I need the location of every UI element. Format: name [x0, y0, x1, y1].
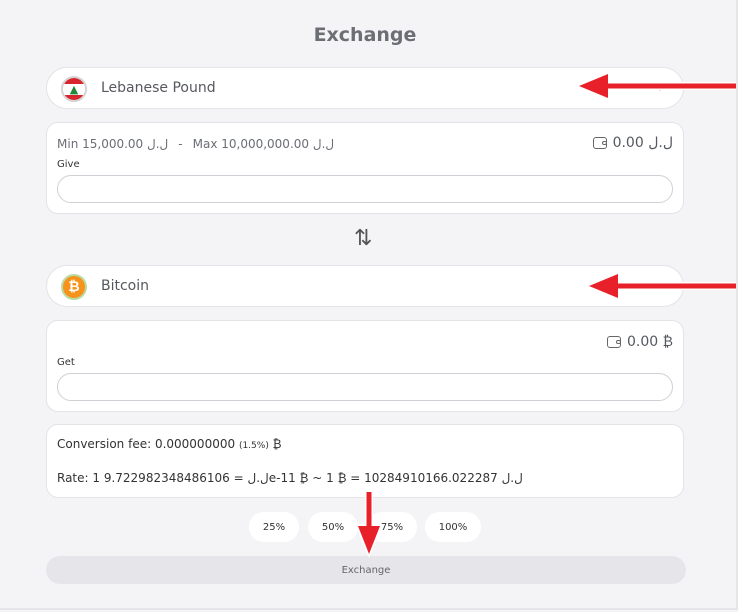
conversion-fee-unit: ₿ — [272, 437, 282, 451]
give-amount-input[interactable] — [57, 175, 673, 203]
limits-separator: - — [178, 137, 183, 151]
get-balance: 0.00 ₿ — [607, 333, 673, 350]
annotation-arrow-icon — [574, 70, 736, 102]
conversion-fee-value: Conversion fee: 0.000000000 — [57, 437, 236, 451]
conversion-fee-percent: (1.5%) — [238, 441, 269, 451]
exchange-rate: Rate: 1 ل.ل = 9.722982348486106e-11 ₿ ~ … — [57, 471, 523, 485]
percent-50-button[interactable]: 50% — [308, 512, 358, 542]
swap-arrows-icon[interactable]: ⇅ — [354, 226, 372, 251]
give-balance: 0.00 ل.ل — [592, 135, 673, 151]
conversion-info-panel: Conversion fee: 0.000000000 (1.5%) ₿ Rat… — [46, 424, 684, 498]
get-amount-input[interactable] — [57, 373, 673, 401]
wallet-icon — [592, 137, 607, 149]
give-limits: Min 15,000.00 ل.ل - Max 10,000,000.00 ل.ل — [57, 137, 334, 151]
percent-100-button[interactable]: 100% — [425, 512, 481, 542]
page-title: Exchange — [313, 24, 417, 46]
lebanon-flag-icon: ▲ — [61, 76, 87, 102]
percent-25-button[interactable]: 25% — [249, 512, 299, 542]
get-panel: 0.00 ₿ Get — [46, 320, 684, 412]
bitcoin-icon: ₿ — [61, 274, 87, 300]
give-balance-value: 0.00 ل.ل — [612, 135, 673, 151]
get-balance-value: 0.00 ₿ — [627, 334, 673, 350]
get-currency-name: Bitcoin — [101, 278, 150, 294]
give-label: Give — [57, 159, 80, 170]
get-label: Get — [57, 357, 75, 368]
min-amount: Min 15,000.00 ل.ل — [57, 137, 169, 151]
wallet-icon — [607, 336, 621, 348]
annotation-arrow-icon — [355, 492, 383, 558]
max-amount: Max 10,000,000.00 ل.ل — [192, 137, 335, 151]
give-panel: Min 15,000.00 ل.ل - Max 10,000,000.00 ل.ل … — [46, 122, 684, 214]
conversion-fee: Conversion fee: 0.000000000 (1.5%) ₿ — [57, 437, 282, 451]
give-currency-name: Lebanese Pound — [101, 80, 216, 96]
annotation-arrow-icon — [584, 270, 736, 302]
